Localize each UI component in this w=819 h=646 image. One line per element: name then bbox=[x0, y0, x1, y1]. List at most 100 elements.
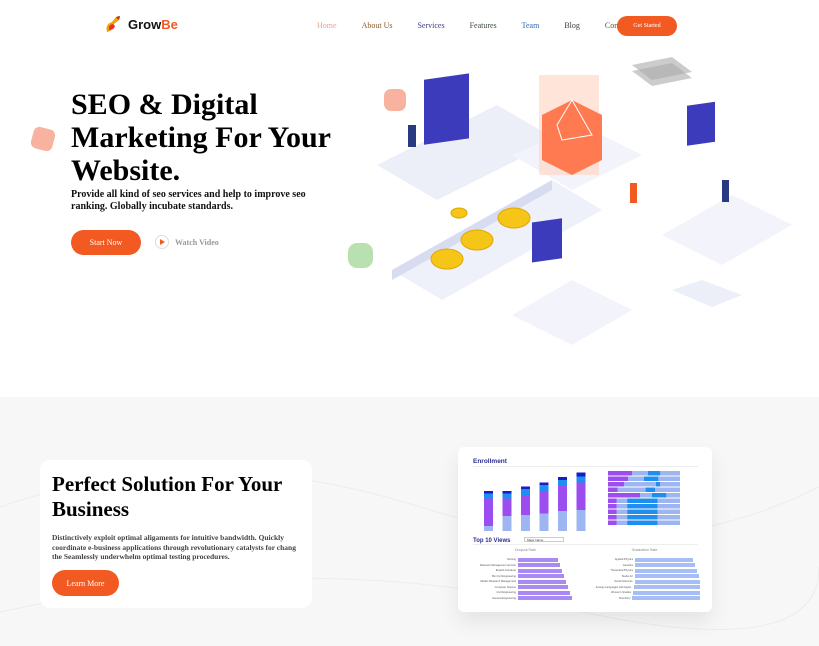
rank-label: Applied Physics bbox=[614, 558, 633, 562]
rank-label: Chemistry bbox=[618, 596, 631, 600]
hbar-segment bbox=[632, 471, 648, 476]
decor-green-blob bbox=[348, 243, 373, 268]
hbar-segment bbox=[608, 515, 617, 520]
rank-bar bbox=[518, 574, 564, 579]
hbar-segment bbox=[628, 476, 644, 481]
hbar-segment bbox=[608, 509, 617, 514]
hbar-segment bbox=[616, 520, 628, 525]
enrollment-bar-segment bbox=[502, 493, 512, 499]
play-icon bbox=[155, 235, 169, 249]
enrollment-bar-segment bbox=[521, 486, 530, 489]
enrollment-bar-segment bbox=[539, 482, 549, 485]
hbar-segment bbox=[657, 498, 680, 503]
rank-bar bbox=[634, 579, 700, 584]
hbar-segment bbox=[624, 482, 656, 487]
nav-blog[interactable]: Blog bbox=[564, 21, 580, 30]
enrollment-bar-segment bbox=[521, 495, 530, 515]
hbar-segment bbox=[608, 520, 617, 525]
hbar-segment bbox=[608, 498, 617, 503]
watch-video-button[interactable]: Watch Video bbox=[155, 235, 219, 249]
hbar-segment bbox=[656, 482, 660, 487]
enrollment-bar-segment bbox=[558, 511, 567, 531]
rank-label: Bio Civil Engineering bbox=[492, 574, 516, 578]
nav-home[interactable]: Home bbox=[317, 21, 337, 30]
watch-video-label: Watch Video bbox=[175, 237, 219, 247]
rank-row: Chemistry bbox=[590, 596, 700, 602]
hbar-segment bbox=[616, 504, 628, 509]
enrollment-bar-segment bbox=[521, 489, 530, 495]
hbar-segment bbox=[608, 482, 624, 487]
enrollment-bar-segment bbox=[576, 482, 586, 510]
graduation-rate-title: Graduation Rate bbox=[631, 548, 658, 552]
rank-label: Women's Studies bbox=[611, 591, 632, 595]
hbar-segment bbox=[608, 476, 628, 481]
enrollment-title: Enrollment bbox=[473, 458, 507, 465]
dropout-rate-title: Dropout Rate bbox=[515, 548, 536, 552]
decor-pink-blob bbox=[29, 125, 57, 153]
rank-bar bbox=[635, 568, 697, 573]
enrollment-bar-segment bbox=[576, 472, 586, 477]
nav-team[interactable]: Team bbox=[522, 21, 540, 30]
hbar-segment bbox=[660, 482, 680, 487]
rank-label: Foreign Languages with Applic. bbox=[595, 585, 632, 589]
graduation-list: Applied Physics Genetics Theoretical Physi… bbox=[590, 557, 700, 601]
brand-name: GrowBe bbox=[128, 16, 178, 32]
nav-about-us[interactable]: About Us bbox=[362, 21, 393, 30]
rank-label: Civil Engineering bbox=[496, 591, 516, 595]
enrollment-bar-segment bbox=[502, 491, 512, 494]
hbar-segment bbox=[616, 498, 628, 503]
hbar-segment bbox=[648, 471, 660, 476]
hbar-segment bbox=[608, 504, 617, 509]
enrollment-bar-segment bbox=[539, 491, 549, 514]
rank-bar bbox=[518, 590, 570, 595]
rank-label: Market Research Management bbox=[480, 580, 516, 584]
start-now-button[interactable]: Start Now bbox=[71, 230, 141, 255]
hbar-segment bbox=[617, 487, 646, 492]
rank-bar bbox=[518, 585, 568, 590]
dropout-list: Nursing Business Management and Ad. Englis… bbox=[473, 557, 583, 601]
enrollment-bar-segment bbox=[558, 477, 567, 480]
solution-text: Distinctively exploit optimal aligaments… bbox=[52, 533, 296, 561]
rank-label: General Engineering bbox=[492, 596, 516, 600]
nav-features[interactable]: Features bbox=[470, 21, 497, 30]
enrollment-bar-segment bbox=[576, 476, 586, 483]
hbar-segment bbox=[658, 476, 680, 481]
hbar-segment bbox=[644, 476, 659, 481]
dashboard-preview: Enrollment Top 10 Views Major Name Dropo… bbox=[458, 447, 712, 612]
rank-bar bbox=[635, 563, 695, 568]
hbar-segment bbox=[640, 493, 652, 498]
enrollment-bar-segment bbox=[484, 493, 493, 499]
hbar-segment bbox=[627, 515, 658, 520]
hbar-segment bbox=[645, 487, 656, 492]
solution-card: Perfect Solution For Your Business Disti… bbox=[40, 460, 312, 608]
hbar-segment bbox=[652, 493, 667, 498]
rank-bar bbox=[518, 568, 562, 573]
hbar-segment bbox=[666, 493, 680, 498]
hero-title: SEO & Digital Marketing For Your Website… bbox=[71, 88, 331, 187]
enrollment-bar-segment bbox=[502, 516, 512, 531]
rank-label: English Literature bbox=[495, 569, 516, 573]
logo[interactable]: GrowBe bbox=[104, 14, 178, 34]
get-started-button[interactable]: Get Started bbox=[617, 16, 677, 36]
enrollment-bar-segment bbox=[539, 485, 549, 491]
rank-bar bbox=[633, 590, 700, 595]
main-nav: HomeAbout UsServicesFeaturesTeamBlogCont… bbox=[317, 21, 655, 30]
rocket-logo-icon bbox=[106, 16, 120, 32]
nav-services[interactable]: Services bbox=[417, 21, 444, 30]
enrollment-bar-segment bbox=[521, 515, 530, 531]
enrollment-bar-segment bbox=[484, 491, 493, 494]
rank-bar bbox=[633, 585, 700, 590]
solution-title: Perfect Solution For Your Business bbox=[52, 472, 282, 521]
enrollment-bar-segment bbox=[558, 486, 567, 511]
rank-label: Business Management and Ad. bbox=[480, 563, 516, 567]
rank-label: Social Sciences bbox=[614, 580, 633, 584]
enrollment-stacked-hbar-chart bbox=[608, 471, 680, 525]
rank-label: Nursing bbox=[507, 558, 516, 562]
rank-bar bbox=[632, 596, 700, 601]
hbar-segment bbox=[657, 509, 680, 514]
enrollment-bar-segment bbox=[539, 513, 549, 531]
rank-label: Computer Science bbox=[494, 585, 516, 589]
enrollment-bar-segment bbox=[502, 498, 512, 516]
major-dropdown[interactable]: Major Name bbox=[524, 537, 564, 542]
learn-more-button[interactable]: Learn More bbox=[52, 570, 119, 596]
